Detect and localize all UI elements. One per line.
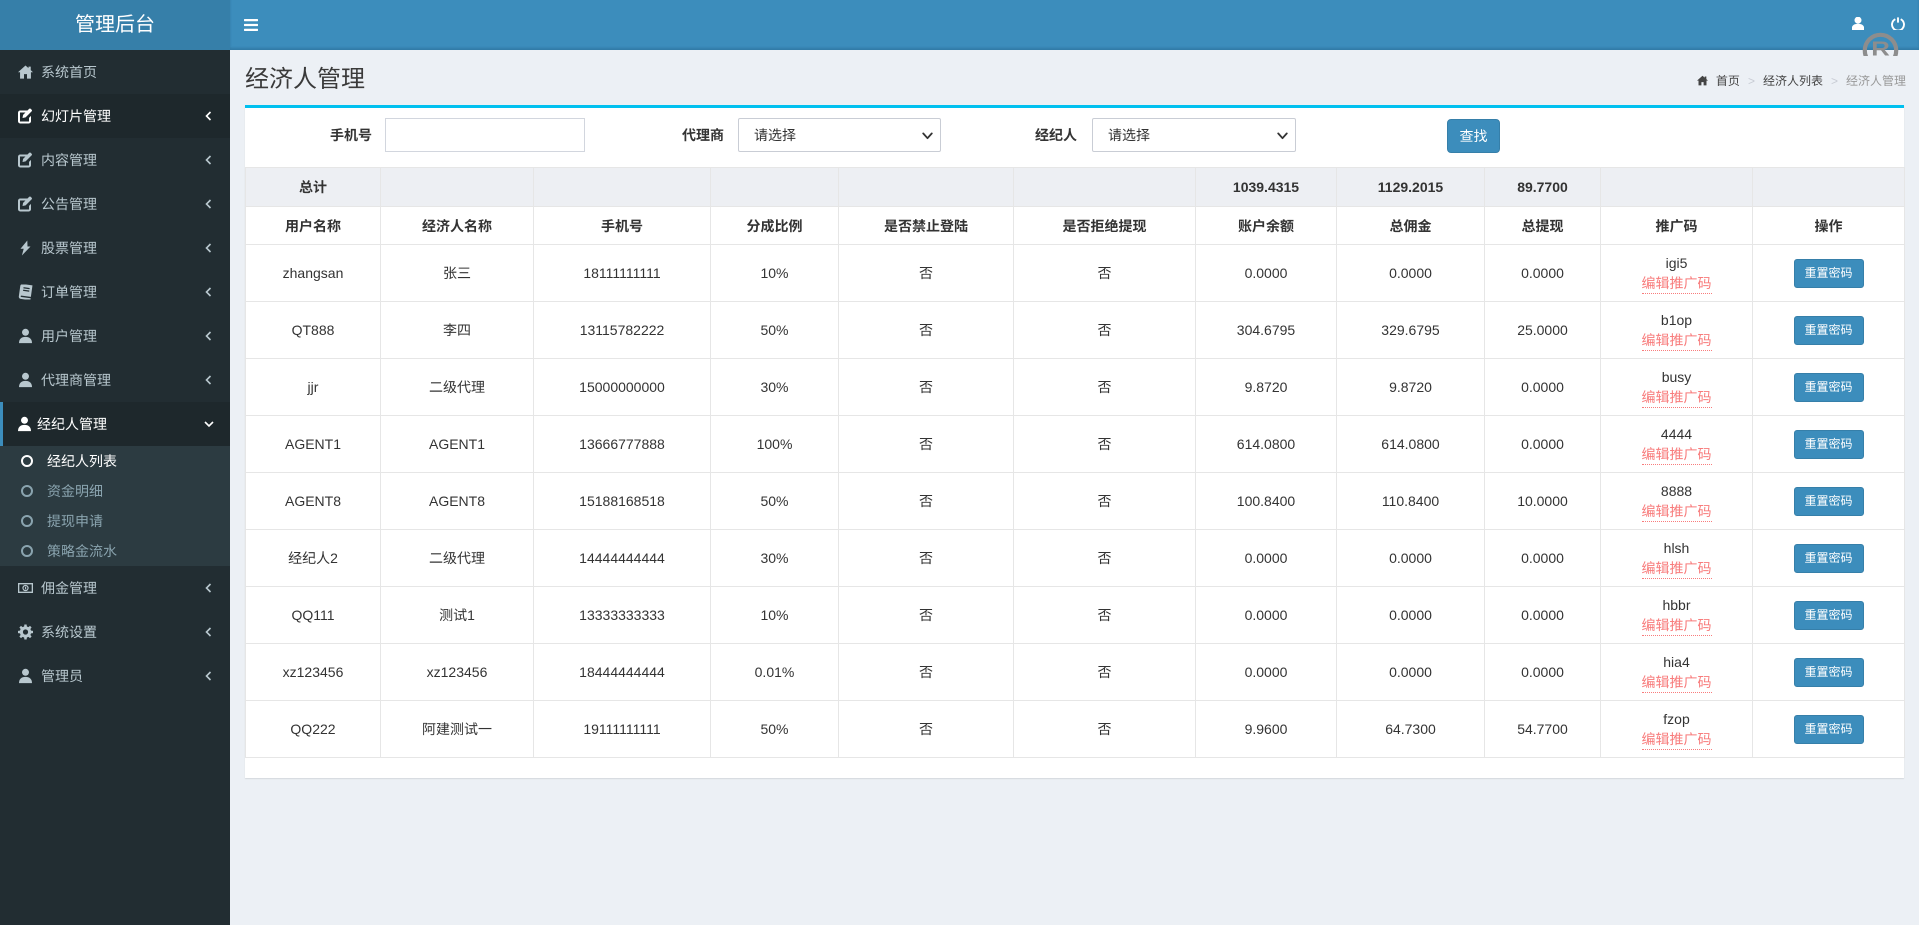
svg-text:R: R [1871,37,1890,56]
